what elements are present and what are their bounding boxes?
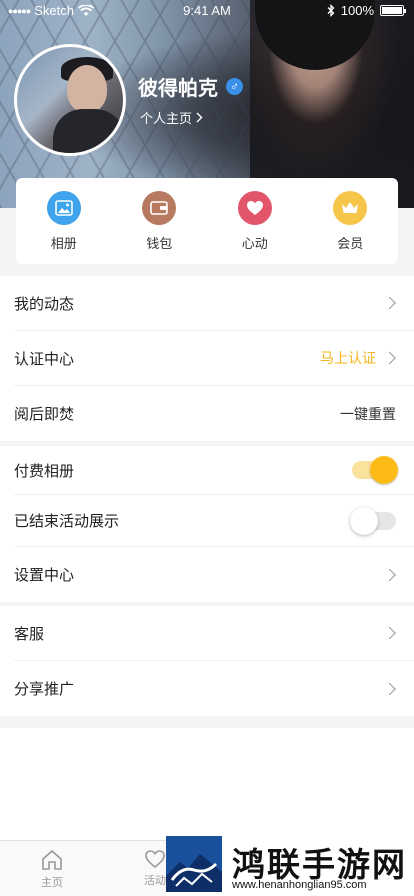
chevron-right-icon [383, 351, 396, 365]
status-bar: ●●●●● Sketch 9:41 AM 100% [0, 0, 414, 22]
chevron-right-icon [383, 626, 396, 640]
profile-page: ●●●●● Sketch 9:41 AM 100% 彼得帕克 ♂ 个人主页 相册… [0, 0, 414, 896]
quick-menu-membership[interactable]: 会员 [315, 190, 385, 252]
menu-item-ended-activities: 已结束活动展示 [14, 495, 414, 547]
menu-item-share-label: 分享推广 [14, 681, 75, 698]
menu-item-my-posts-label: 我的动态 [14, 295, 75, 313]
chevron-right-icon [196, 112, 203, 123]
ended-activities-toggle[interactable] [350, 506, 396, 535]
personal-homepage-link[interactable]: 个人主页 [140, 108, 203, 127]
wallet-icon [142, 190, 177, 225]
menu-item-burn-after-reading-label: 阅后即焚 [14, 406, 75, 423]
paid-album-toggle[interactable] [352, 456, 398, 484]
menu-item-verification[interactable]: 认证中心 马上认证 [14, 331, 414, 386]
heart-icon [237, 190, 272, 225]
verify-now-link[interactable]: 马上认证 [320, 348, 376, 368]
quick-menu-wallet[interactable]: 钱包 [124, 190, 194, 252]
quick-menu-card: 相册 钱包 心动 会员 [16, 178, 398, 264]
quick-menu-album[interactable]: 相册 [29, 190, 99, 252]
tab-home[interactable]: 主页 [22, 849, 82, 890]
status-right: 100% [327, 3, 406, 18]
male-icon: ♂ [226, 78, 243, 95]
avatar-face [67, 65, 107, 113]
avatar-body [53, 109, 123, 153]
chevron-right-icon [383, 568, 396, 581]
chevron-right-icon [383, 296, 396, 310]
menu-item-verification-label: 认证中心 [14, 350, 75, 368]
menu-section-settings: 付费相册 已结束活动展示 设置中心 [0, 446, 414, 602]
toggle-knob [350, 506, 378, 535]
chevron-right-icon [383, 682, 396, 695]
one-key-reset-button[interactable]: 一键重置 [340, 404, 396, 424]
blank-area [0, 728, 414, 840]
quick-menu-membership-label: 会员 [337, 235, 364, 251]
menu-item-customer-service-label: 客服 [14, 625, 45, 643]
menu-item-settings[interactable]: 设置中心 [14, 547, 414, 602]
site-watermark: 鸿联手游网 www.henanhonglian95.com [166, 836, 414, 896]
quick-menu-album-label: 相册 [50, 235, 77, 251]
battery-icon [380, 5, 406, 16]
home-icon [42, 850, 62, 870]
menu-item-settings-label: 设置中心 [14, 567, 75, 584]
crown-icon [333, 190, 368, 225]
menu-item-burn-after-reading[interactable]: 阅后即焚 一键重置 [14, 386, 414, 441]
menu-item-my-posts[interactable]: 我的动态 [14, 276, 414, 331]
photo-album-icon [46, 190, 81, 225]
battery-percent: 100% [340, 3, 374, 18]
tab-home-label: 主页 [41, 877, 63, 889]
heart-outline-icon [145, 850, 165, 869]
menu-item-paid-album-label: 付费相册 [14, 462, 75, 480]
watermark-url: www.henanhonglian95.com [232, 879, 367, 891]
quick-menu-heartbeat[interactable]: 心动 [220, 190, 290, 252]
menu-item-customer-service[interactable]: 客服 [14, 606, 414, 661]
avatar[interactable] [14, 44, 126, 156]
quick-menu-wallet-label: 钱包 [146, 235, 173, 251]
personal-homepage-label: 个人主页 [140, 111, 193, 126]
bluetooth-icon [327, 4, 335, 17]
profile-name: 彼得帕克 [138, 78, 218, 100]
profile-name-row: 彼得帕克 ♂ [138, 72, 243, 101]
menu-item-ended-activities-label: 已结束活动展示 [14, 513, 120, 530]
watermark-logo-icon [166, 836, 222, 892]
menu-item-share[interactable]: 分享推广 [14, 661, 414, 716]
quick-menu-heartbeat-label: 心动 [241, 235, 268, 251]
menu-section-account: 我的动态 认证中心 马上认证 阅后即焚 一键重置 [0, 276, 414, 441]
menu-section-support: 客服 分享推广 [0, 606, 414, 716]
menu-item-paid-album: 付费相册 [14, 446, 414, 495]
toggle-knob [370, 456, 398, 484]
tab-activities-label: 活动 [144, 875, 166, 887]
